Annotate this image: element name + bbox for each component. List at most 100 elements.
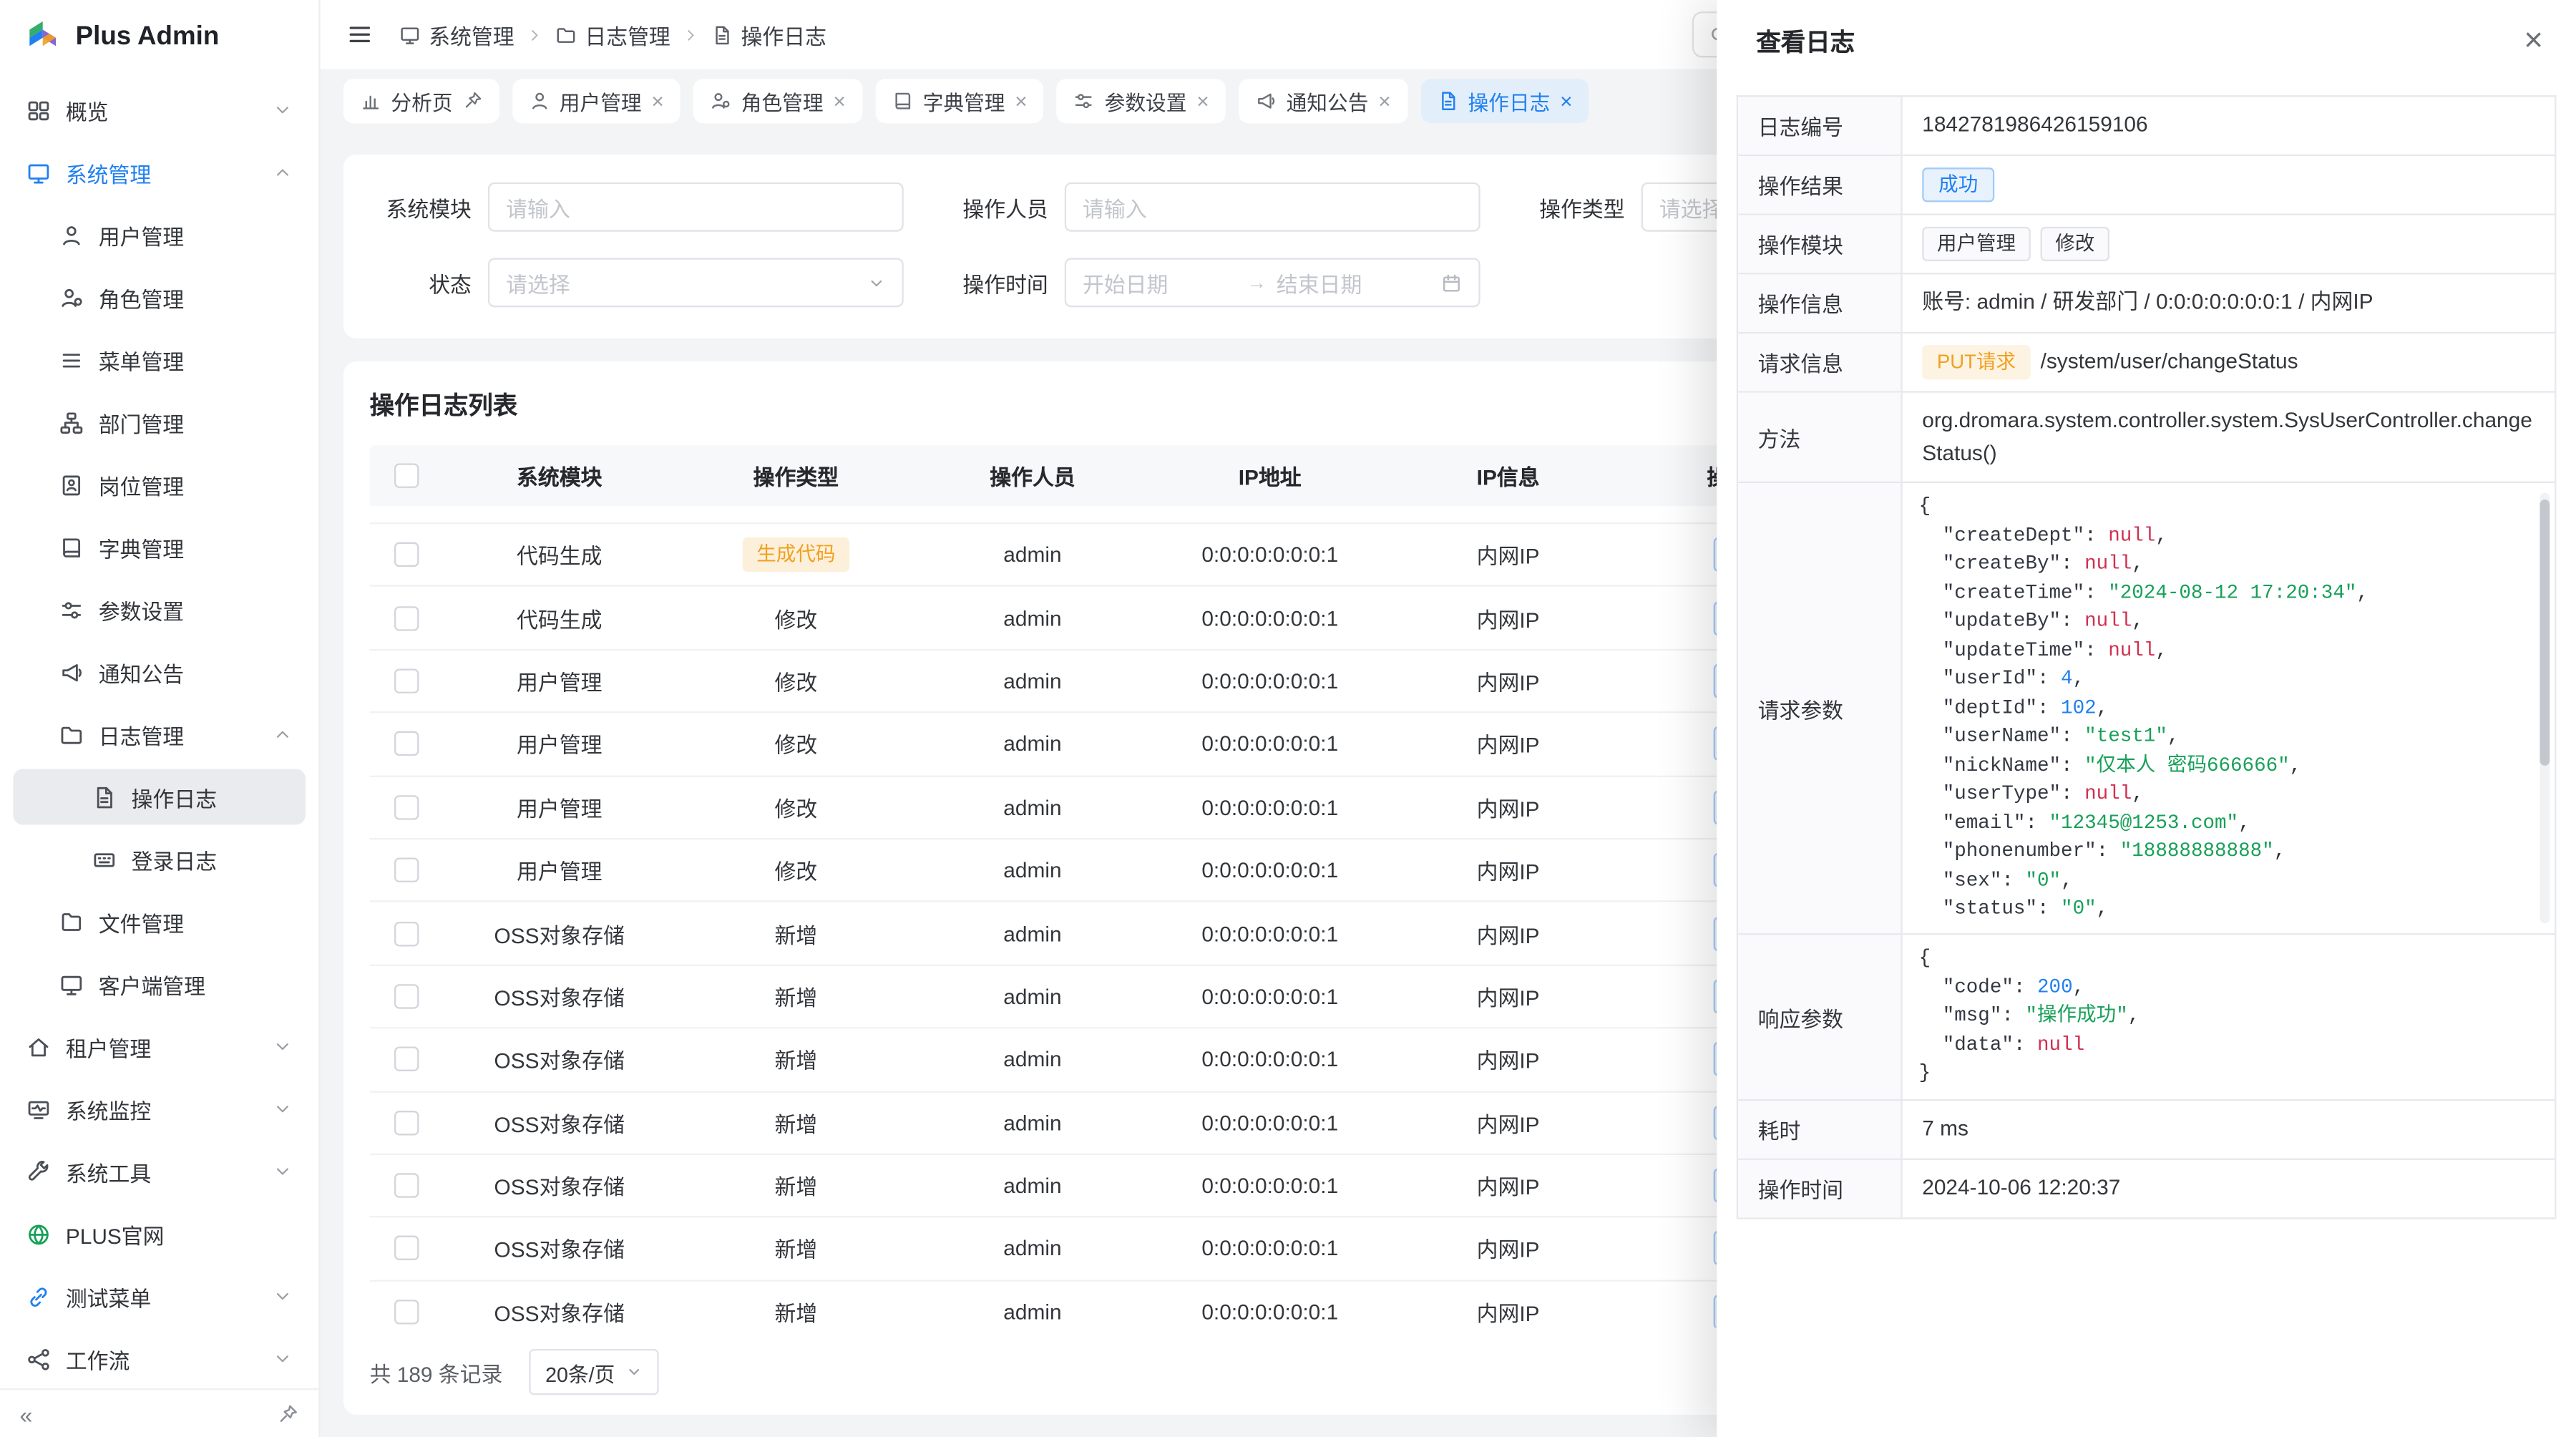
- sidebar-pin-icon[interactable]: [278, 1403, 299, 1425]
- folder-icon: [555, 24, 577, 45]
- detail-row: 操作时间2024-10-06 12:20:37: [1738, 1159, 2555, 1219]
- tab-label: 字典管理: [923, 84, 1005, 116]
- breadcrumb: 系统管理 日志管理 操作日志: [399, 19, 826, 50]
- row-checkbox[interactable]: [394, 1237, 418, 1261]
- app-root: Plus Admin 概览系统管理用户管理角色管理菜单管理部门管理岗位管理字典管…: [0, 0, 2576, 1437]
- tab-close-icon[interactable]: ×: [1378, 89, 1390, 111]
- detail-row: 方法org.dromara.system.controller.system.S…: [1738, 393, 2555, 484]
- cell-type: 新增: [677, 1107, 915, 1139]
- detail-label: 操作结果: [1738, 156, 1903, 213]
- home-icon: [26, 1034, 51, 1058]
- tab-label: 通知公告: [1287, 84, 1369, 116]
- link-icon: [26, 1284, 51, 1308]
- system-icon: [26, 160, 51, 185]
- op-type-text: 新增: [774, 1175, 817, 1199]
- tab-close-icon[interactable]: ×: [1560, 89, 1572, 111]
- request-url: /system/user/changeStatus: [2041, 346, 2298, 379]
- row-checkbox[interactable]: [394, 795, 418, 819]
- op-type-text: 新增: [774, 1049, 817, 1073]
- sidebar-item-login-log[interactable]: 登录日志: [13, 832, 306, 887]
- filter-label: 操作类型: [1523, 191, 1624, 223]
- sidebar-item-tenant[interactable]: 租户管理: [13, 1018, 306, 1074]
- row-checkbox[interactable]: [394, 542, 418, 567]
- sidebar-item-system[interactable]: 系统管理: [13, 145, 306, 200]
- org-icon: [59, 410, 84, 434]
- row-checkbox[interactable]: [394, 921, 418, 945]
- breadcrumb-item[interactable]: 系统管理: [399, 19, 514, 50]
- row-checkbox[interactable]: [394, 605, 418, 630]
- row-checkbox[interactable]: [394, 984, 418, 1008]
- tab-notice[interactable]: 通知公告 ×: [1239, 78, 1407, 122]
- sidebar-item-workflow[interactable]: 工作流: [13, 1331, 306, 1387]
- sidebar-collapse-button[interactable]: «: [20, 1401, 33, 1427]
- sidebar-item-dept[interactable]: 部门管理: [13, 394, 306, 450]
- filter-daterange-time[interactable]: 开始日期→结束日期: [1065, 258, 1480, 307]
- scrollbar-thumb[interactable]: [2540, 500, 2550, 766]
- drawer-header: 查看日志 ×: [1717, 0, 2576, 82]
- row-checkbox[interactable]: [394, 858, 418, 882]
- arrow-right-icon: →: [1247, 271, 1267, 294]
- cell-operator: admin: [915, 1237, 1150, 1261]
- sidebar-item-dict[interactable]: 字典管理: [13, 520, 306, 575]
- sidebar-item-client[interactable]: 客户端管理: [13, 956, 306, 1012]
- sidebar-item-site[interactable]: PLUS官网: [13, 1206, 306, 1262]
- pin-icon[interactable]: [462, 90, 482, 110]
- sliders-icon: [59, 598, 84, 622]
- row-checkbox[interactable]: [394, 732, 418, 756]
- row-checkbox[interactable]: [394, 1174, 418, 1198]
- close-icon[interactable]: ×: [2524, 24, 2543, 57]
- tab-dict[interactable]: 字典管理 ×: [875, 78, 1044, 122]
- sidebar-item-label: PLUS官网: [66, 1218, 293, 1250]
- tab-role[interactable]: 角色管理×: [693, 78, 862, 122]
- sidebar-item-label: 操作日志: [132, 781, 293, 813]
- sidebar-item-overview[interactable]: 概览: [13, 82, 306, 138]
- breadcrumb-item[interactable]: 操作日志: [711, 19, 826, 50]
- row-checkbox[interactable]: [394, 1110, 418, 1134]
- log-detail-drawer: 查看日志 × 日志编号1842781986426159106操作结果成功操作模块…: [1717, 0, 2576, 1437]
- page-size-select[interactable]: 20条/页: [529, 1349, 659, 1395]
- sidebar-item-menu[interactable]: 菜单管理: [13, 332, 306, 388]
- sidebar-item-tools[interactable]: 系统工具: [13, 1144, 306, 1199]
- sidebar-item-test[interactable]: 测试菜单: [13, 1268, 306, 1324]
- cell-module: OSS对象存储: [442, 1170, 677, 1202]
- sidebar-item-log[interactable]: 日志管理: [13, 706, 306, 762]
- sidebar-item-label: 系统监控: [66, 1093, 258, 1125]
- sidebar-item-role[interactable]: 角色管理: [13, 270, 306, 326]
- tab-user[interactable]: 用户管理×: [512, 78, 680, 122]
- detail-row: 操作信息账号: admin / 研发部门 / 0:0:0:0:0:0:0:1 /…: [1738, 274, 2555, 333]
- row-checkbox[interactable]: [394, 1300, 418, 1324]
- column-header: IP地址: [1150, 460, 1390, 492]
- sidebar-item-post[interactable]: 岗位管理: [13, 457, 306, 512]
- sidebar-item-op-log[interactable]: 操作日志: [13, 769, 306, 824]
- filter-input-module[interactable]: 请输入: [488, 182, 904, 232]
- module-tag: 修改: [2041, 227, 2109, 261]
- sidebar-item-monitor[interactable]: 系统监控: [13, 1081, 306, 1137]
- sidebar-item-param[interactable]: 参数设置: [13, 582, 306, 638]
- op-type-tag: 生成代码: [743, 537, 849, 572]
- tab-analysis[interactable]: 分析页: [343, 78, 499, 122]
- filter-input-operator[interactable]: 请输入: [1065, 182, 1480, 232]
- tab-close-icon[interactable]: ×: [833, 89, 845, 111]
- select-all-checkbox[interactable]: [394, 463, 418, 487]
- tab-close-icon[interactable]: ×: [1196, 89, 1209, 111]
- detail-label: 操作时间: [1738, 1159, 1903, 1217]
- row-checkbox[interactable]: [394, 668, 418, 693]
- http-method-tag: PUT请求: [1922, 345, 2031, 379]
- detail-label: 耗时: [1738, 1101, 1903, 1158]
- row-checkbox[interactable]: [394, 1047, 418, 1071]
- filter-select-status[interactable]: 请选择: [488, 258, 904, 307]
- menu-toggle-icon[interactable]: [346, 21, 373, 48]
- user-icon: [528, 89, 550, 111]
- cell-type: 生成代码: [677, 537, 915, 572]
- tab-param[interactable]: 参数设置×: [1057, 78, 1226, 122]
- sidebar-item-user[interactable]: 用户管理: [13, 207, 306, 263]
- app-logo[interactable]: Plus Admin: [0, 0, 318, 76]
- chevron-down-icon: [273, 1287, 293, 1307]
- sidebar-item-file[interactable]: 文件管理: [13, 894, 306, 950]
- tab-close-icon[interactable]: ×: [1015, 89, 1027, 111]
- breadcrumb-item[interactable]: 日志管理: [555, 19, 670, 50]
- sidebar-item-notice[interactable]: 通知公告: [13, 644, 306, 700]
- sidebar-item-label: 角色管理: [99, 282, 293, 313]
- tab-oplog[interactable]: 操作日志×: [1420, 78, 1589, 122]
- tab-close-icon[interactable]: ×: [651, 89, 663, 111]
